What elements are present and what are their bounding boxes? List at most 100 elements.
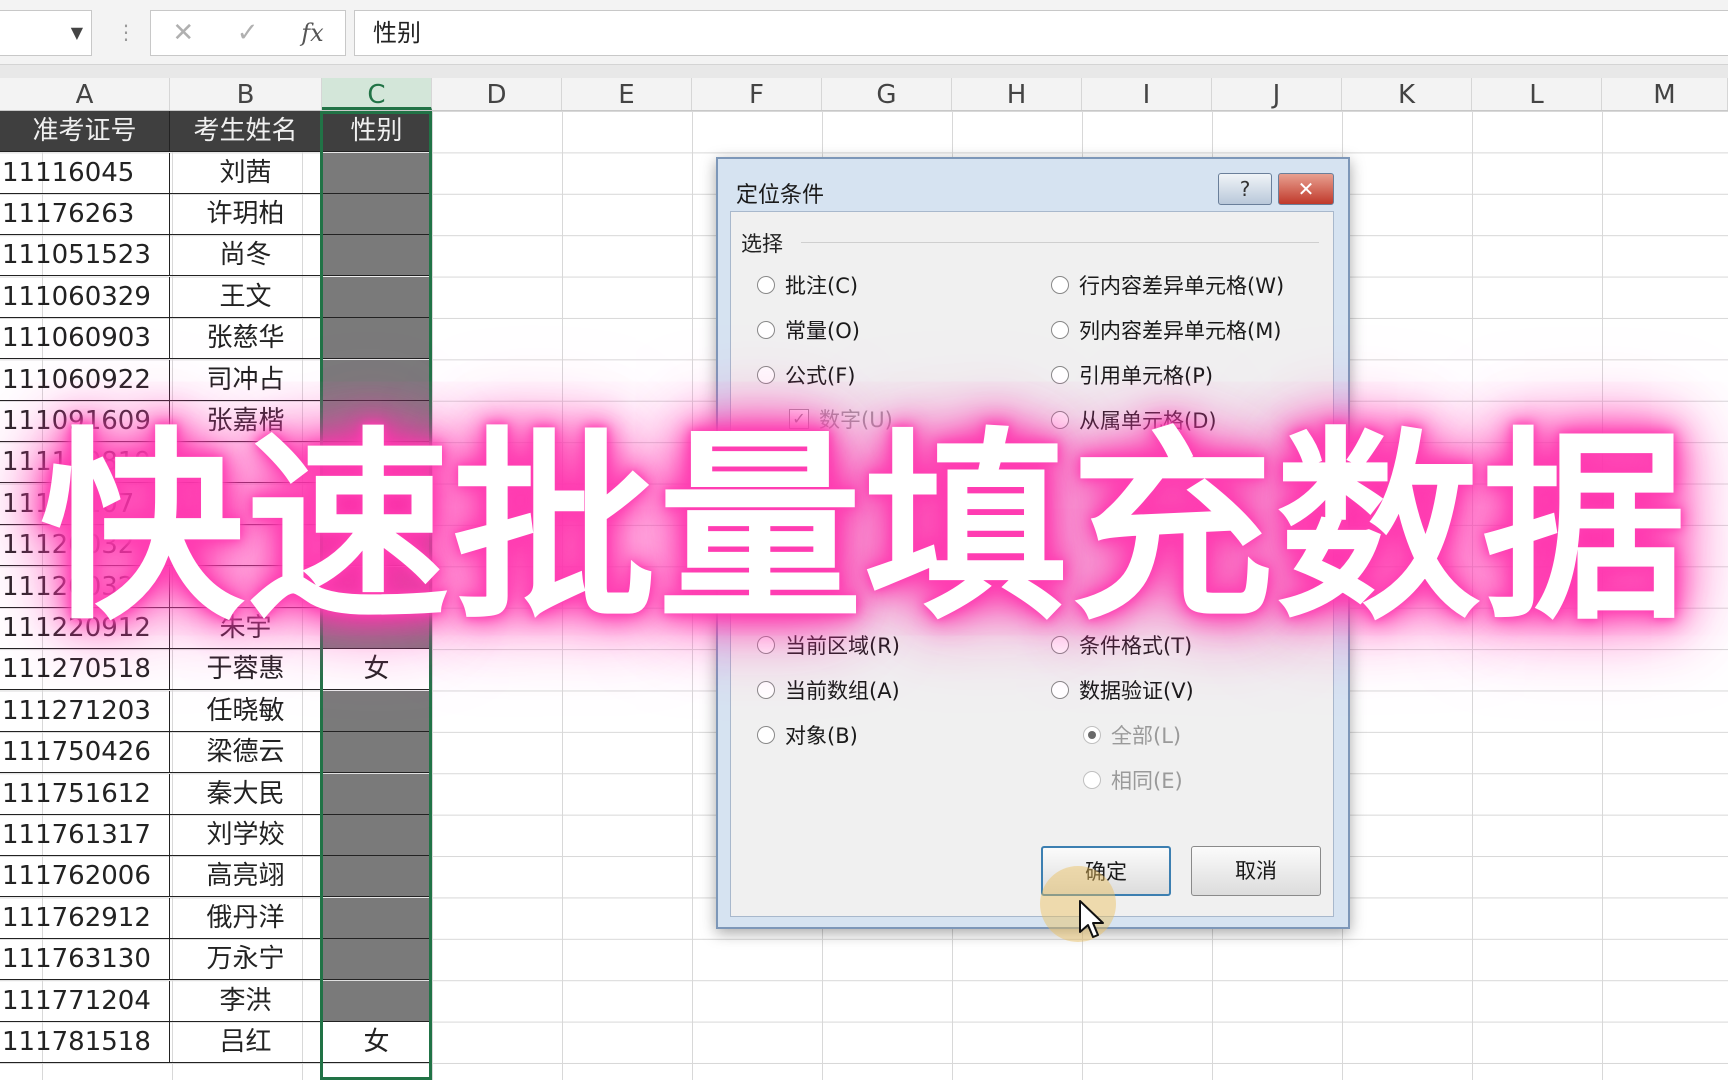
column-header-h[interactable]: H xyxy=(952,78,1082,110)
cell-gender[interactable] xyxy=(322,690,432,732)
option-all[interactable]: 全部(L) xyxy=(1083,720,1181,750)
cell-gender[interactable] xyxy=(322,193,432,235)
cell-id[interactable]: 111270518 xyxy=(0,649,170,691)
cell-gender[interactable] xyxy=(322,814,432,856)
option-same[interactable]: 相同(E) xyxy=(1083,765,1183,795)
cell-name[interactable]: 万永宁 xyxy=(170,939,322,981)
header-cell-name[interactable]: 考生姓名 xyxy=(170,111,322,152)
cell-name[interactable]: 秦大民 xyxy=(170,773,322,815)
cell-id[interactable]: 111060903 xyxy=(0,318,170,360)
cell-name[interactable]: 刘学姣 xyxy=(170,814,322,856)
cell-id[interactable]: 11116045 xyxy=(0,152,170,194)
option-comments[interactable]: 批注(C) xyxy=(757,270,858,300)
option-label: 公式(F) xyxy=(785,364,856,388)
cell-gender[interactable] xyxy=(322,980,432,1022)
cell-gender[interactable] xyxy=(322,152,432,194)
radio-icon[interactable] xyxy=(1083,726,1101,744)
cell-id[interactable]: 111761317 xyxy=(0,814,170,856)
cell-name[interactable]: 张慈华 xyxy=(170,318,322,360)
cell-gender[interactable] xyxy=(322,235,432,277)
enter-icon[interactable]: ✓ xyxy=(237,18,259,48)
column-header-k[interactable]: K xyxy=(1342,78,1472,110)
cell-id[interactable]: 111762912 xyxy=(0,897,170,939)
radio-icon[interactable] xyxy=(1051,321,1069,339)
column-header-a[interactable]: A xyxy=(0,78,170,110)
cell-id[interactable]: 111771204 xyxy=(0,980,170,1022)
cell-gender[interactable] xyxy=(322,897,432,939)
option-objects[interactable]: 对象(B) xyxy=(757,720,858,750)
cell-name[interactable]: 李洪 xyxy=(170,980,322,1022)
cell-id[interactable]: 111763130 xyxy=(0,939,170,981)
cell-id[interactable]: 111051523 xyxy=(0,235,170,277)
option-current-array[interactable]: 当前数组(A) xyxy=(757,675,900,705)
cell-name[interactable]: 梁德云 xyxy=(170,732,322,774)
cell-name[interactable]: 于蓉惠 xyxy=(170,649,322,691)
column-header-f[interactable]: F xyxy=(692,78,822,110)
radio-icon[interactable] xyxy=(1051,366,1069,384)
cell-gender[interactable] xyxy=(322,276,432,318)
cell-name[interactable]: 刘茜 xyxy=(170,152,322,194)
cell-gender[interactable] xyxy=(322,318,432,360)
option-column-differences[interactable]: 列内容差异单元格(M) xyxy=(1051,315,1282,345)
cell-id[interactable]: 111060922 xyxy=(0,359,170,401)
cell-gender[interactable] xyxy=(322,773,432,815)
name-box[interactable]: ▼ xyxy=(0,10,92,56)
cancel-button[interactable]: 取消 xyxy=(1191,846,1321,896)
option-data-validation[interactable]: 数据验证(V) xyxy=(1051,675,1194,705)
option-formulas[interactable]: 公式(F) xyxy=(757,360,855,390)
cell-name[interactable]: 任晓敏 xyxy=(170,690,322,732)
help-button[interactable]: ? xyxy=(1218,173,1272,205)
option-constants[interactable]: 常量(O) xyxy=(757,315,860,345)
radio-icon[interactable] xyxy=(757,726,775,744)
cell-name[interactable]: 俄丹洋 xyxy=(170,897,322,939)
option-precedents[interactable]: 引用单元格(P) xyxy=(1051,360,1213,390)
cell-id[interactable]: 111060329 xyxy=(0,276,170,318)
formula-bar: ▼ ⋮ ✕ ✓ fx 性别 xyxy=(0,0,1728,65)
column-header-g[interactable]: G xyxy=(822,78,952,110)
more-icon: ⋮ xyxy=(116,20,136,44)
column-header-i[interactable]: I xyxy=(1082,78,1212,110)
radio-icon[interactable] xyxy=(757,321,775,339)
cell-id[interactable]: 111750426 xyxy=(0,732,170,774)
cell-id[interactable]: 111781518 xyxy=(0,1021,170,1063)
header-cell-id[interactable]: 准考证号 xyxy=(0,111,170,152)
cell-gender[interactable] xyxy=(322,856,432,898)
cell-gender[interactable] xyxy=(322,939,432,981)
cell-name[interactable]: 吕红 xyxy=(170,1021,322,1063)
radio-icon[interactable] xyxy=(1051,276,1069,294)
cell-gender[interactable] xyxy=(322,732,432,774)
formula-input[interactable]: 性别 xyxy=(354,10,1728,56)
option-row-differences[interactable]: 行内容差异单元格(W) xyxy=(1051,270,1284,300)
cell-gender[interactable] xyxy=(322,359,432,401)
cell-gender[interactable]: 女 xyxy=(322,649,432,691)
option-label: 引用单元格(P) xyxy=(1079,364,1214,388)
column-header-b[interactable]: B xyxy=(170,78,322,110)
radio-icon[interactable] xyxy=(757,681,775,699)
close-button[interactable]: ✕ xyxy=(1278,173,1334,205)
column-header-row: A B C D E F G H I J K L M xyxy=(0,78,1728,111)
radio-icon[interactable] xyxy=(757,366,775,384)
cancel-icon[interactable]: ✕ xyxy=(172,18,194,48)
radio-icon[interactable] xyxy=(1051,681,1069,699)
cell-id[interactable]: 111751612 xyxy=(0,773,170,815)
column-header-m[interactable]: M xyxy=(1602,78,1728,110)
radio-icon[interactable] xyxy=(1083,771,1101,789)
function-icon[interactable]: fx xyxy=(301,19,323,47)
header-cell-gender[interactable]: 性别 xyxy=(322,111,432,152)
cell-name[interactable]: 司冲占 xyxy=(170,359,322,401)
cell-id[interactable]: 111762006 xyxy=(0,856,170,898)
cell-name[interactable]: 尚冬 xyxy=(170,235,322,277)
cell-name[interactable]: 王文 xyxy=(170,276,322,318)
column-header-d[interactable]: D xyxy=(432,78,562,110)
column-header-e[interactable]: E xyxy=(562,78,692,110)
radio-icon[interactable] xyxy=(757,276,775,294)
chevron-down-icon[interactable]: ▼ xyxy=(71,23,83,42)
cell-gender[interactable]: 女 xyxy=(322,1021,432,1063)
column-header-j[interactable]: J xyxy=(1212,78,1342,110)
column-header-l[interactable]: L xyxy=(1472,78,1602,110)
cell-id[interactable]: 111271203 xyxy=(0,690,170,732)
cell-id[interactable]: 11176263 xyxy=(0,193,170,235)
cell-name[interactable]: 许玥柏 xyxy=(170,193,322,235)
cell-name[interactable]: 高亮翊 xyxy=(170,856,322,898)
column-header-c[interactable]: C xyxy=(322,78,432,110)
